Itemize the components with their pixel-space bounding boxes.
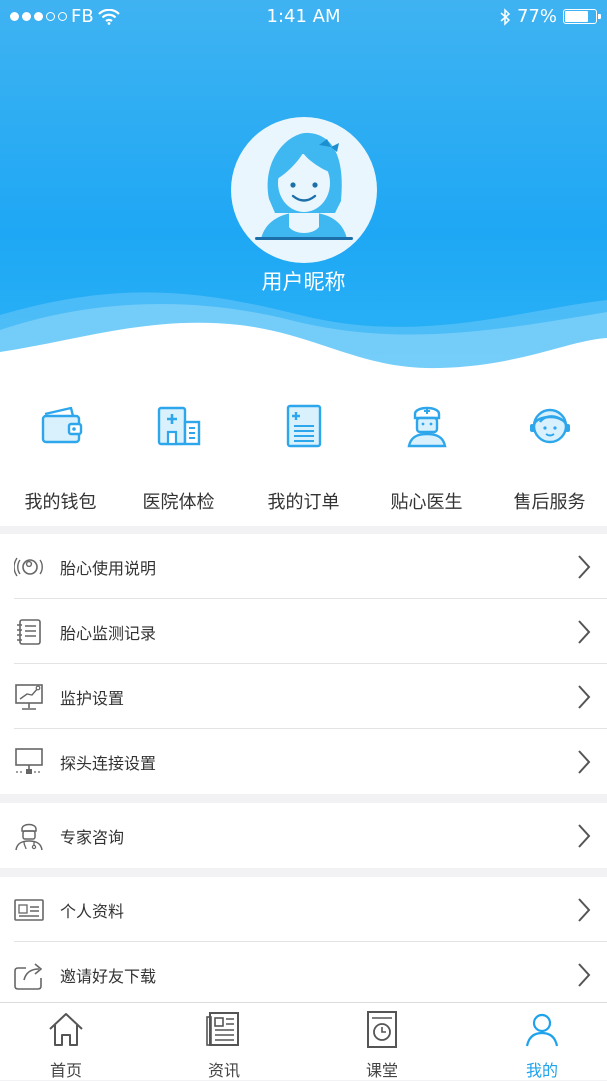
tab-label: 我的 bbox=[525, 1061, 558, 1080]
menu-item-monitor-settings[interactable]: 监护设置 bbox=[0, 664, 607, 729]
chevron-right-icon bbox=[578, 684, 591, 709]
menu-label: 监护设置 bbox=[60, 688, 125, 708]
bluetooth-icon bbox=[500, 7, 511, 26]
monitor-settings-icon bbox=[15, 683, 43, 710]
tab-classroom[interactable]: 课堂 bbox=[342, 1009, 422, 1081]
menu-item-monitor-records[interactable]: 胎心监测记录 bbox=[0, 599, 607, 664]
account-menu-group: 个人资料 邀请好友下载 bbox=[0, 877, 607, 1007]
tab-bar: 首页 资讯 课堂 我的 bbox=[0, 1002, 607, 1080]
tab-home[interactable]: 首页 bbox=[26, 1009, 106, 1081]
id-card-icon bbox=[14, 898, 44, 921]
order-icon bbox=[286, 404, 321, 448]
home-icon bbox=[49, 1013, 83, 1046]
quick-actions: 我的钱包 医院体检 我的订单 贴心医生 售后服务 bbox=[0, 378, 607, 526]
menu-item-personal-info[interactable]: 个人资料 bbox=[0, 877, 607, 942]
share-icon bbox=[14, 962, 43, 990]
fetal-guide-icon bbox=[14, 557, 43, 576]
record-book-icon bbox=[17, 618, 41, 645]
menu-item-probe-connection[interactable]: 探头连接设置 bbox=[0, 729, 607, 794]
user-nickname[interactable]: 用户昵称 bbox=[0, 266, 607, 296]
profile-header: FB 1:41 AM 77% 用户昵称 bbox=[0, 0, 607, 390]
hospital-checkup-label: 医院体检 bbox=[142, 492, 215, 513]
chevron-right-icon bbox=[578, 554, 591, 579]
orders-label: 我的订单 bbox=[267, 492, 340, 513]
avatar[interactable] bbox=[231, 117, 377, 263]
after-sales-button[interactable]: 售后服务 bbox=[489, 400, 607, 513]
menu-label: 个人资料 bbox=[60, 901, 125, 921]
probe-connection-icon bbox=[15, 747, 43, 774]
chevron-right-icon bbox=[578, 619, 591, 644]
wallet-icon bbox=[41, 406, 82, 444]
user-avatar-icon bbox=[255, 132, 353, 240]
menu-item-fetal-guide[interactable]: 胎心使用说明 bbox=[0, 534, 607, 599]
classroom-icon bbox=[367, 1011, 397, 1048]
expert-icon bbox=[15, 823, 43, 850]
menu-label: 邀请好友下载 bbox=[60, 966, 157, 986]
doctor-label: 贴心医生 bbox=[390, 492, 463, 513]
hospital-icon bbox=[157, 406, 200, 446]
menu-label: 胎心监测记录 bbox=[60, 623, 157, 643]
tab-mine[interactable]: 我的 bbox=[502, 1009, 582, 1081]
menu-label: 探头连接设置 bbox=[60, 753, 157, 773]
wallet-label: 我的钱包 bbox=[24, 492, 97, 513]
tab-label: 资讯 bbox=[207, 1061, 240, 1080]
after-sales-label: 售后服务 bbox=[513, 492, 586, 513]
tab-label: 课堂 bbox=[365, 1061, 398, 1080]
chevron-right-icon bbox=[578, 897, 591, 922]
doctor-button[interactable]: 贴心医生 bbox=[366, 400, 487, 513]
battery-icon bbox=[563, 9, 601, 24]
fetal-menu-group: 胎心使用说明 胎心监测记录 监护设置 探头连接设置 bbox=[0, 534, 607, 794]
tab-news[interactable]: 资讯 bbox=[184, 1009, 264, 1081]
tab-label: 首页 bbox=[49, 1061, 82, 1080]
orders-button[interactable]: 我的订单 bbox=[243, 400, 364, 513]
hospital-checkup-button[interactable]: 医院体检 bbox=[118, 400, 239, 513]
menu-item-expert-consult[interactable]: 专家咨询 bbox=[0, 803, 607, 868]
chevron-right-icon bbox=[578, 962, 591, 987]
profile-icon bbox=[525, 1013, 559, 1047]
wallet-button[interactable]: 我的钱包 bbox=[0, 400, 121, 513]
battery-percent: 77% bbox=[516, 6, 557, 27]
chevron-right-icon bbox=[578, 749, 591, 774]
menu-label: 专家咨询 bbox=[60, 827, 125, 847]
expert-menu-group: 专家咨询 bbox=[0, 803, 607, 868]
news-icon bbox=[206, 1012, 239, 1046]
doctor-icon bbox=[407, 406, 446, 448]
menu-item-invite-friends[interactable]: 邀请好友下载 bbox=[0, 942, 607, 1007]
customer-service-icon bbox=[529, 408, 570, 444]
chevron-right-icon bbox=[578, 823, 591, 848]
menu-label: 胎心使用说明 bbox=[60, 558, 157, 578]
status-bar: FB 1:41 AM 77% bbox=[0, 0, 607, 34]
